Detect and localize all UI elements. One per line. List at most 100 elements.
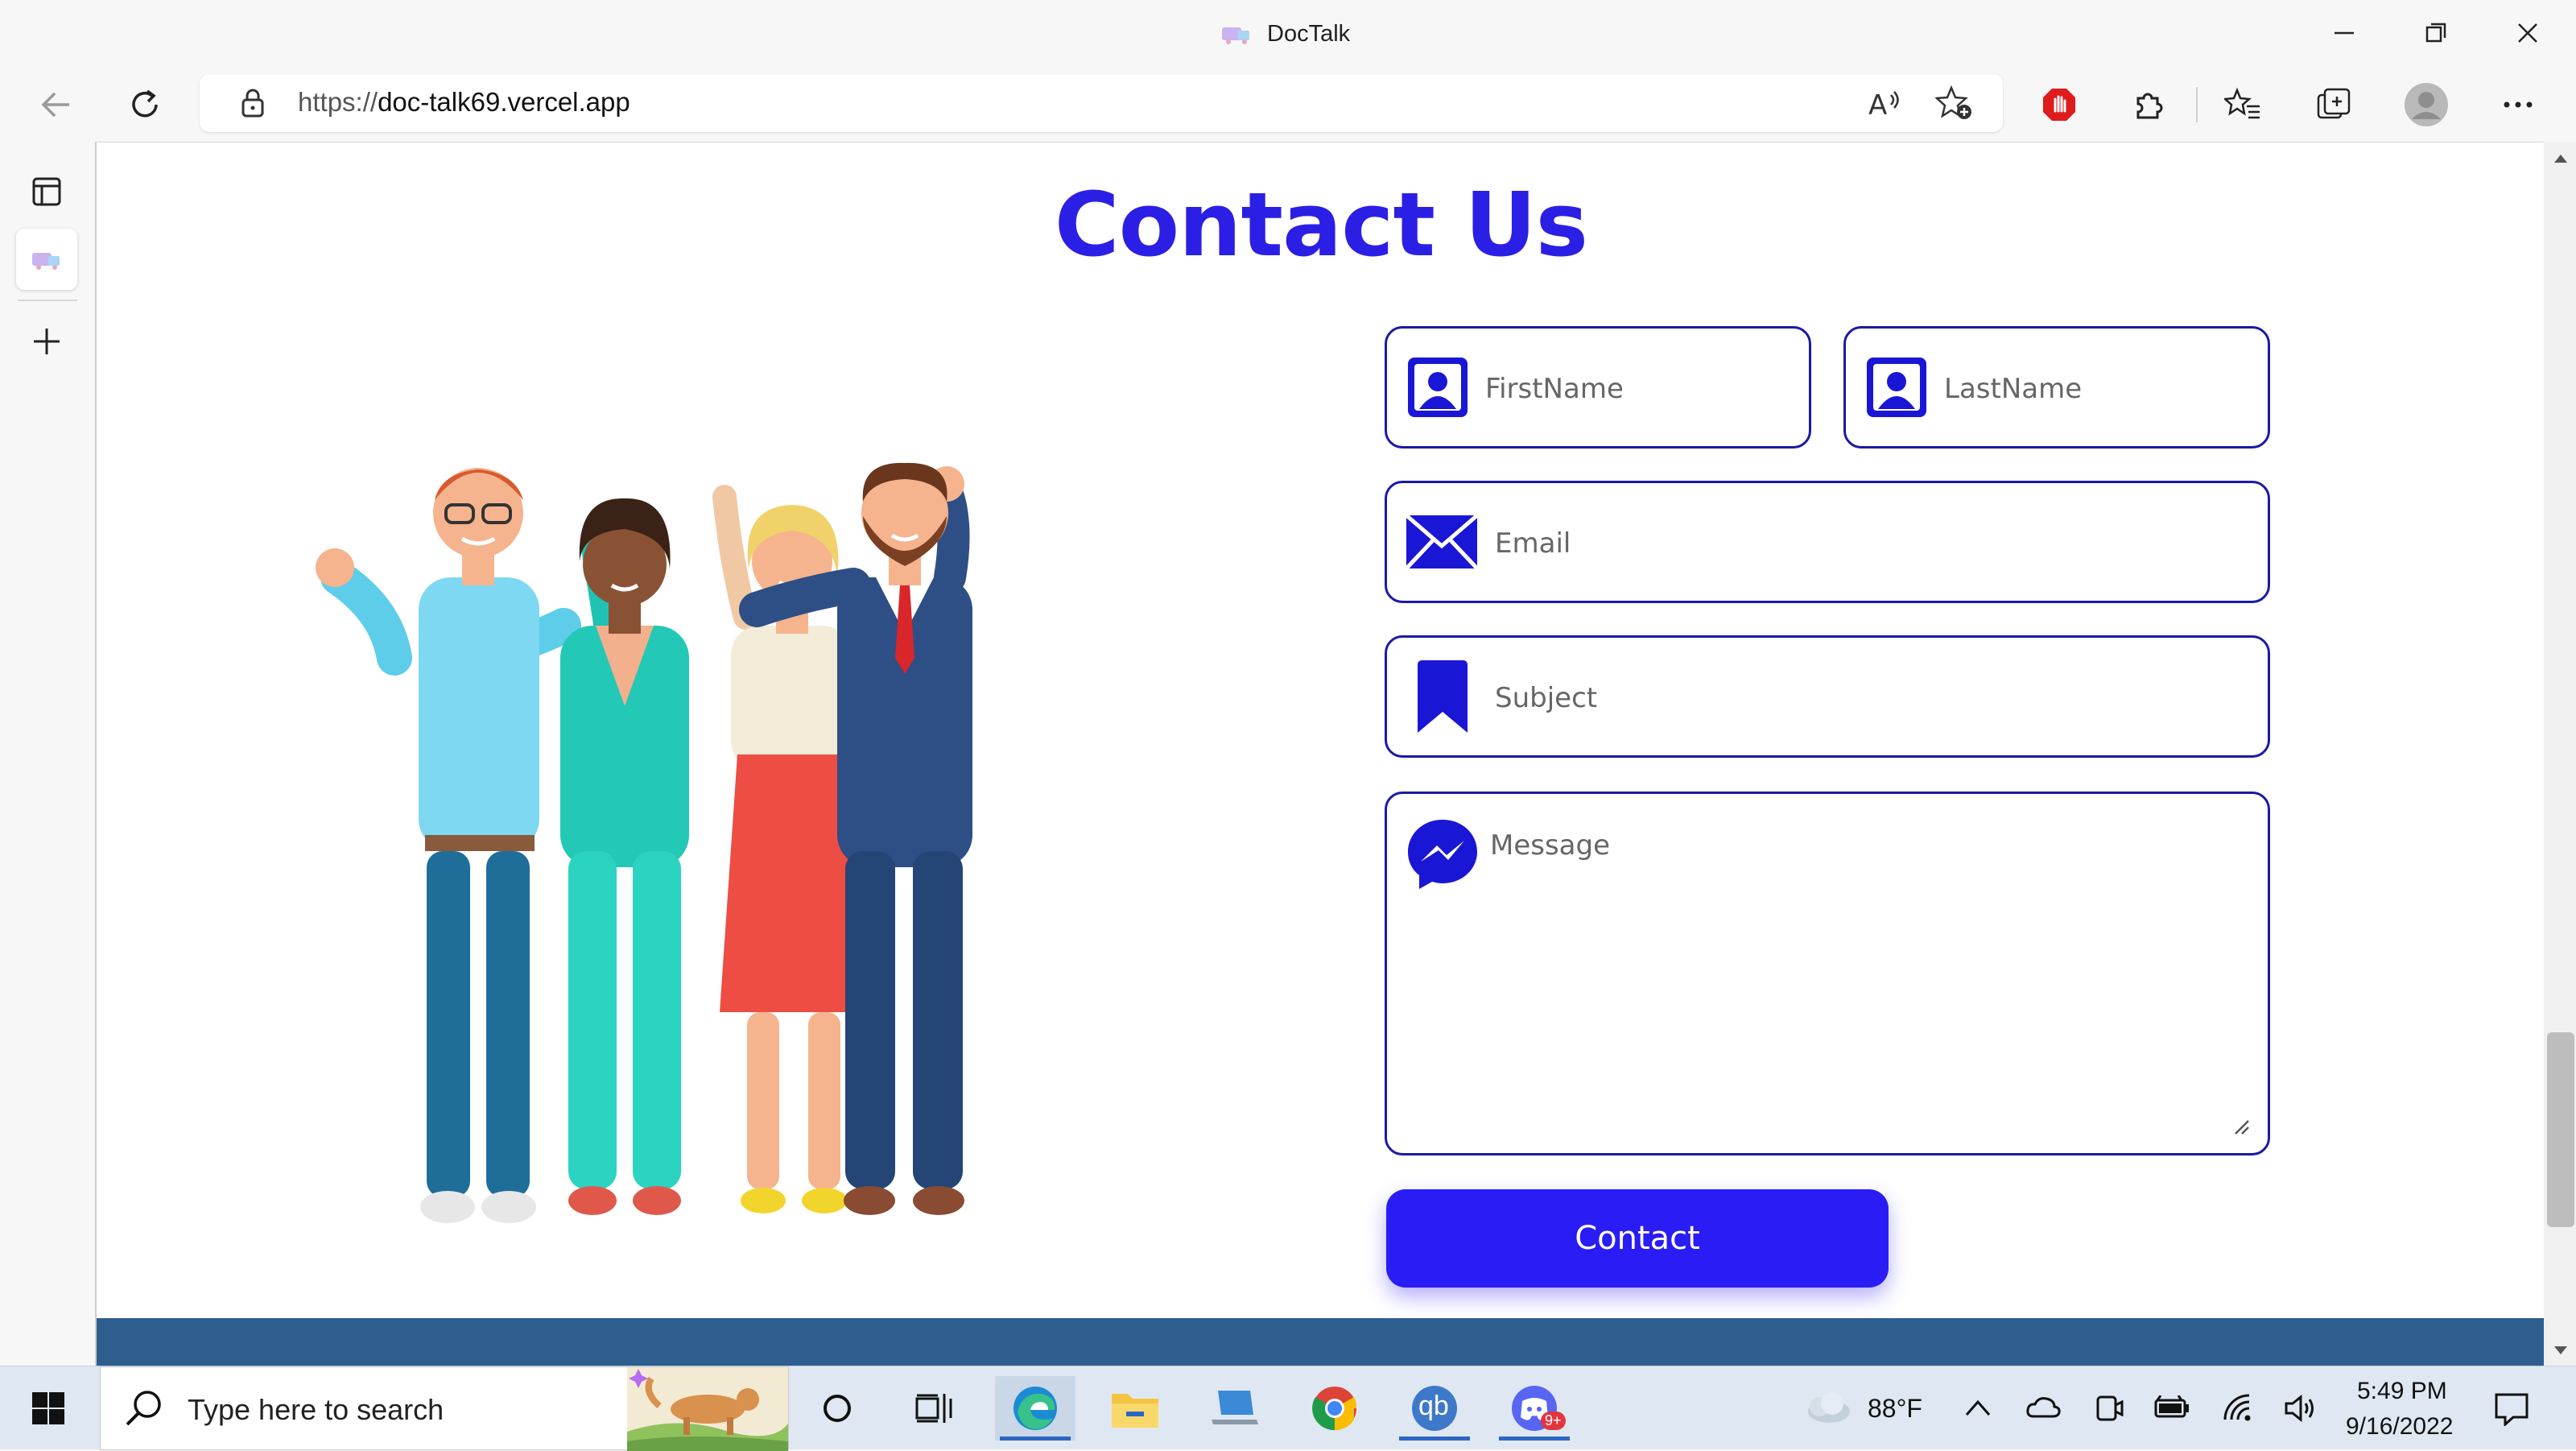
close-window-button[interactable] [2496,11,2560,55]
extensions-button[interactable] [2124,82,2172,127]
active-app-indicator [1000,1437,1071,1441]
task-view-icon [915,1394,952,1423]
cortana-circle-icon [824,1395,851,1422]
cloudy-weather-icon[interactable] [1800,1391,1853,1426]
new-tab-button[interactable] [16,311,77,372]
scroll-up-arrow[interactable] [2549,147,2573,171]
page-title: Contact Us [1054,173,1588,276]
cortana-button[interactable] [797,1376,877,1441]
email-input[interactable] [1495,522,2252,565]
search-icon [126,1391,161,1426]
avatar-icon [2405,83,2448,126]
minimize-icon [2334,31,2354,35]
tab-panel-icon [32,177,61,206]
person-glasses-illustration [316,468,581,1223]
last-name-field[interactable] [1843,326,2270,449]
message-textarea[interactable] [1490,829,2247,1135]
scroll-thumb[interactable] [2547,1032,2574,1227]
chevron-up-icon[interactable] [1964,1397,1992,1418]
restore-button[interactable] [2404,11,2468,55]
taskbar-discord[interactable]: 9+ [1494,1376,1575,1441]
qbittorrent-label: qb [1418,1391,1449,1421]
address-bar[interactable]: https://doc-talk69.vercel.app A [200,74,2003,132]
battery-icon[interactable] [2154,1395,2191,1420]
svg-text:A: A [1868,89,1887,119]
laptop-icon [1212,1391,1258,1424]
first-name-field[interactable] [1385,326,1811,449]
refresh-icon [132,89,158,118]
taskbar-search-box[interactable]: Type here to search [100,1366,789,1451]
start-button[interactable] [8,1376,89,1441]
running-app-indicator [1499,1437,1570,1441]
restore-icon [2425,23,2446,43]
tab-actions-button[interactable] [16,161,77,222]
title-bar: DocTalk [0,0,2576,66]
taskbar-search-placeholder: Type here to search [188,1393,444,1426]
clock-time[interactable]: 5:49 PM [2357,1378,2447,1405]
settings-more-button[interactable] [2494,82,2542,127]
clock-date[interactable]: 9/16/2022 [2346,1413,2453,1441]
window-title: DocTalk [1267,20,1351,47]
contact-card-icon [1864,329,1930,446]
triangle-up-icon [2554,155,2567,163]
collections-icon [2317,88,2351,119]
onedrive-cloud-icon[interactable] [2025,1395,2061,1420]
bookmark-icon [1414,638,1471,755]
wifi-icon[interactable] [2222,1392,2257,1423]
subject-input[interactable] [1495,676,2252,720]
back-button[interactable] [32,82,80,127]
running-app-indicator [1399,1437,1470,1441]
add-favorite-icon[interactable] [1932,82,1977,124]
weather-temperature[interactable]: 88°F [1868,1394,1922,1424]
windows-taskbar: Type here to search qb 9+ 88°F 5:49 PM 9… [0,1366,2576,1451]
taskbar-file-explorer[interactable] [1095,1376,1175,1441]
profile-button[interactable] [2402,82,2450,127]
meet-now-icon[interactable] [2095,1392,2124,1424]
window-title-area: DocTalk [1220,16,1350,52]
subject-field[interactable] [1385,635,2270,758]
taskbar-chrome[interactable] [1294,1376,1375,1441]
favorites-list-icon [2224,87,2260,119]
tab-doctalk[interactable] [16,229,77,290]
footer-band [97,1318,2544,1366]
scroll-down-arrow[interactable] [2549,1338,2573,1362]
doctalk-favicon-icon [32,253,60,270]
chrome-icon [1312,1387,1357,1431]
more-dots-icon [2504,101,2533,108]
toolbar-divider [2196,87,2198,122]
url-text[interactable]: https://doc-talk69.vercel.app [298,87,630,118]
edge-browser-icon [1013,1387,1057,1430]
read-aloud-icon[interactable]: A [1863,82,1908,124]
refresh-button[interactable] [121,82,169,127]
tab-strip-divider [18,300,77,301]
discord-notification-badge: 9+ [1541,1412,1566,1430]
collections-button[interactable] [2310,82,2359,127]
taskbar-qbittorrent[interactable]: qb [1394,1376,1475,1441]
task-view-button[interactable] [894,1376,974,1441]
notification-center-icon[interactable] [2494,1392,2529,1426]
taskbar-this-pc[interactable] [1195,1376,1275,1441]
taskbar-edge[interactable] [995,1376,1075,1441]
minimize-button[interactable] [2312,11,2376,55]
favorites-button[interactable] [2219,82,2267,127]
email-field[interactable] [1385,481,2270,603]
last-name-input[interactable] [1944,367,2250,411]
team-illustration [316,462,972,1223]
folder-icon [1112,1394,1158,1428]
page-viewport: Contact Us FirstName LastName Email Subj… [95,142,2544,1366]
message-field[interactable] [1385,792,2270,1155]
first-name-input[interactable] [1485,367,1791,411]
close-icon [2518,23,2537,43]
messenger-icon [1405,816,1480,892]
contact-submit-button[interactable]: Contact [1386,1189,1889,1288]
volume-icon[interactable] [2283,1392,2320,1424]
adblock-extension-button[interactable] [2035,82,2083,127]
resize-grip-icon[interactable] [2232,1118,2250,1135]
search-highlight-image [627,1367,788,1451]
windows-logo-icon [32,1392,64,1424]
vertical-tab-strip [0,142,95,1366]
puzzle-icon [2136,93,2163,119]
contact-card-icon [1405,329,1471,446]
back-arrow-icon [41,92,69,118]
lock-icon[interactable] [230,82,275,124]
